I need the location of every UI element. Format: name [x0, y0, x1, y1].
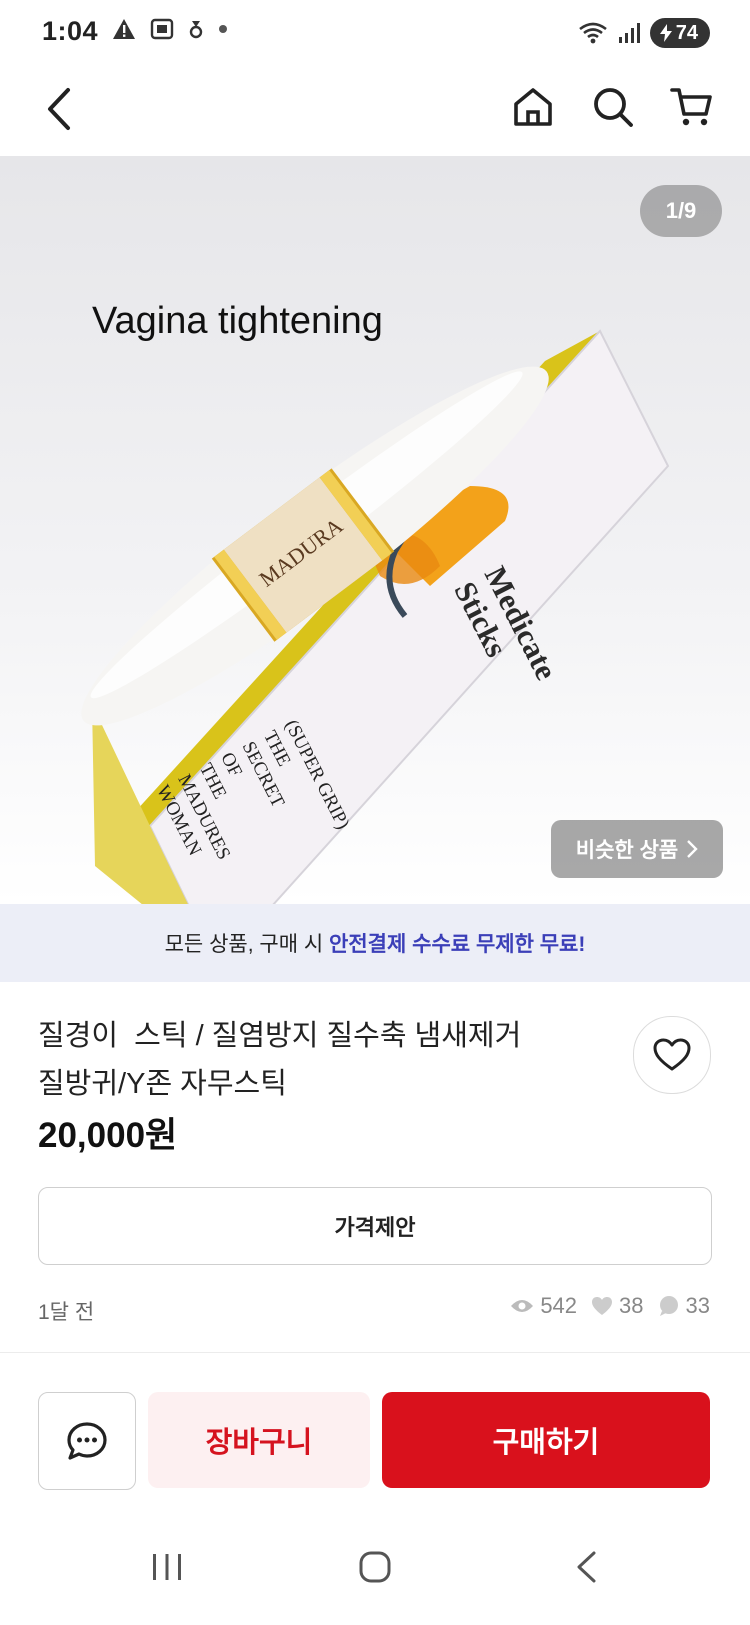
signal-icon	[618, 23, 640, 43]
heart-filled-icon	[592, 1297, 613, 1315]
price-offer-button[interactable]: 가격제안	[38, 1187, 712, 1265]
top-navigation	[0, 68, 750, 156]
app-notification-icon	[189, 21, 203, 39]
like-button[interactable]	[633, 1016, 711, 1094]
home-button-icon[interactable]	[358, 1550, 392, 1584]
likes-count: 38	[619, 1293, 644, 1318]
chats-stat: 33	[658, 1293, 710, 1319]
status-notification-icons	[112, 18, 228, 40]
product-title-line1: 질경이 스틱 / 질염방지 질수축 냄새제거	[38, 1020, 522, 1052]
system-navigation-bar	[0, 1530, 750, 1625]
views-count: 542	[540, 1293, 578, 1318]
chat-count-icon	[659, 1296, 678, 1316]
promo-banner-highlight: 안전결제 수수료 무제한 무료!	[329, 933, 586, 956]
battery-level: 74	[675, 21, 698, 44]
chats-count: 33	[685, 1293, 710, 1318]
status-time: 1:04	[42, 16, 99, 46]
dot-icon	[219, 25, 227, 33]
product-title-line2: 질방귀/Y존 자무스틱	[38, 1068, 287, 1100]
status-system-icons: 74	[578, 18, 710, 48]
similar-products-label: 비슷한 상품	[575, 839, 679, 862]
chevron-left-icon[interactable]	[44, 86, 74, 132]
add-to-cart-button[interactable]: 장바구니	[148, 1392, 370, 1488]
similar-products-button[interactable]: 비슷한 상품	[551, 820, 723, 878]
battery-indicator: 74	[649, 18, 710, 48]
chat-bubble-icon	[67, 1422, 107, 1460]
status-bar: 1:04 74	[0, 0, 750, 68]
likes-stat: 38	[591, 1293, 644, 1319]
posted-time: 1달 전	[38, 1301, 95, 1324]
section-divider	[0, 1352, 750, 1353]
product-price: 20,000원	[38, 1116, 178, 1155]
charging-bolt-icon	[659, 24, 672, 42]
home-icon[interactable]	[512, 86, 554, 128]
heart-icon	[653, 1038, 691, 1071]
chevron-right-icon	[687, 840, 698, 858]
screenshot-icon	[150, 18, 174, 40]
image-caption: Vagina tightening	[92, 300, 383, 342]
search-icon[interactable]	[591, 85, 635, 129]
chat-button[interactable]	[38, 1392, 136, 1490]
warning-icon	[113, 19, 135, 39]
back-button-icon[interactable]	[574, 1550, 598, 1584]
recent-apps-icon[interactable]	[150, 1552, 184, 1582]
cart-icon[interactable]	[670, 86, 714, 128]
product-photo: MADURA	[81, 329, 670, 904]
wifi-icon	[578, 22, 607, 44]
promo-banner-text: 모든 상품, 구매 시	[164, 933, 330, 956]
product-image-carousel[interactable]: MADURA Medicate Sticks (SUPER GRIP) THE …	[0, 156, 750, 904]
product-stats: 542 38 33	[510, 1293, 710, 1319]
product-title: 질경이 스틱 / 질염방지 질수축 냄새제거 질방귀/Y존 자무스틱	[38, 1012, 598, 1108]
promo-banner[interactable]: 모든 상품, 구매 시 안전결제 수수료 무제한 무료!	[0, 904, 750, 982]
eye-icon	[511, 1300, 534, 1312]
buy-now-button[interactable]: 구매하기	[382, 1392, 710, 1488]
image-counter: 1/9	[640, 185, 722, 237]
views-stat: 542	[510, 1293, 577, 1319]
